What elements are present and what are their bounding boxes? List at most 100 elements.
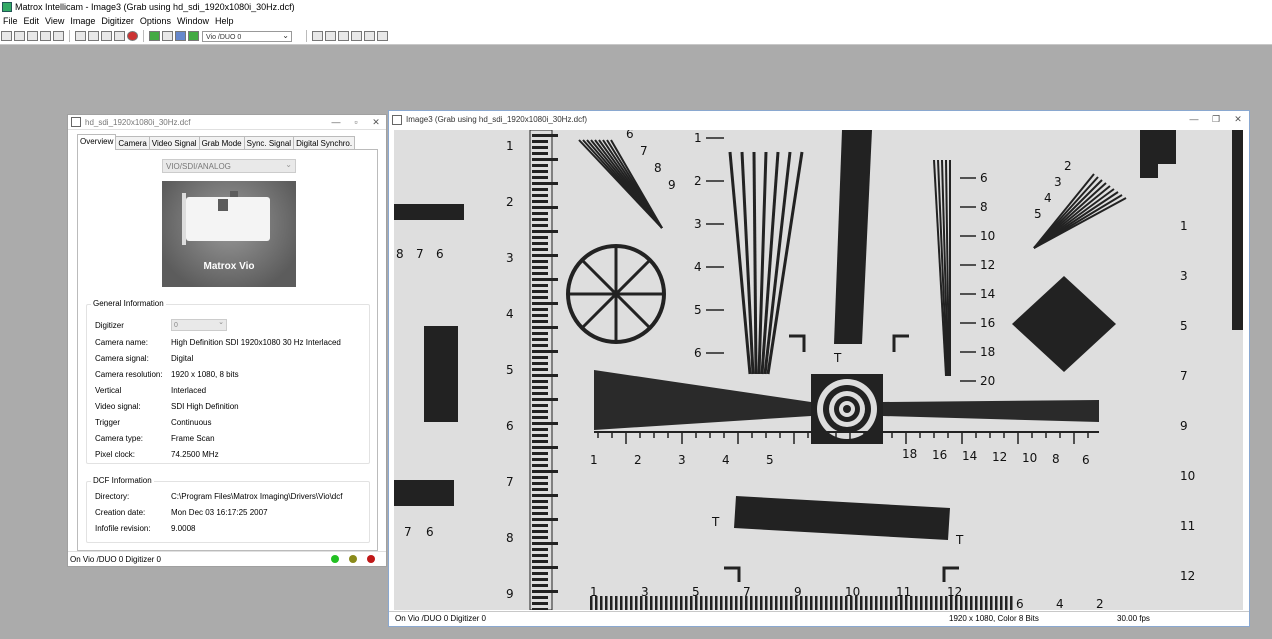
window-icon[interactable] bbox=[175, 31, 186, 41]
bottom-rung bbox=[840, 596, 843, 610]
overlay-icon[interactable] bbox=[162, 31, 173, 41]
ladder-rung bbox=[532, 254, 558, 257]
ladder-rung bbox=[532, 542, 558, 545]
minimize-icon[interactable]: — bbox=[1183, 114, 1205, 125]
fan-label: 7 bbox=[640, 144, 648, 158]
save-icon[interactable] bbox=[40, 31, 51, 41]
menu-file[interactable]: File bbox=[0, 16, 21, 26]
info-row: Video signal: SDI High Definition bbox=[95, 402, 239, 411]
display-icon[interactable] bbox=[149, 31, 160, 41]
restore-icon[interactable]: ❐ bbox=[1205, 114, 1227, 125]
grab-continuous-icon[interactable] bbox=[88, 31, 99, 41]
pointer-icon[interactable] bbox=[377, 31, 388, 41]
bottom-rung bbox=[635, 596, 638, 610]
bottom-rung bbox=[815, 596, 818, 610]
general-information-group: General Information Digitizer 0 Camera n… bbox=[86, 299, 370, 464]
dcf-window: hd_sdi_1920x1080i_30Hz.dcf — ▫ ✕ Overvie… bbox=[67, 114, 387, 567]
pencil-icon[interactable] bbox=[312, 31, 323, 41]
info-row: Trigger Continuous bbox=[95, 418, 212, 427]
minimize-icon[interactable]: — bbox=[326, 117, 346, 128]
dcf-window-titlebar[interactable]: hd_sdi_1920x1080i_30Hz.dcf — ▫ ✕ bbox=[68, 115, 386, 130]
ladder-rung bbox=[532, 284, 548, 287]
maximize-icon[interactable]: ▫ bbox=[346, 117, 366, 128]
menu-digitizer[interactable]: Digitizer bbox=[98, 16, 137, 26]
trigger-icon[interactable] bbox=[114, 31, 125, 41]
ladder-rung bbox=[532, 176, 548, 179]
image-window-titlebar[interactable]: Image3 (Grab using hd_sdi_1920x1080i_30H… bbox=[389, 111, 1249, 128]
bottom-rung bbox=[880, 596, 883, 610]
tab-digital-synchro[interactable]: Digital Synchro. bbox=[293, 136, 356, 150]
ladder-rung bbox=[532, 308, 548, 311]
ladder-rung bbox=[532, 476, 548, 479]
camera-icon[interactable] bbox=[101, 31, 112, 41]
bottom-right-label: 14 bbox=[962, 449, 977, 463]
digitizer-combo[interactable]: 0 bbox=[171, 317, 227, 331]
ladder-rung bbox=[532, 362, 548, 365]
info-row: Camera signal: Digital bbox=[95, 354, 194, 363]
refresh-icon[interactable] bbox=[364, 31, 375, 41]
zoom-out-icon[interactable] bbox=[338, 31, 349, 41]
board-select[interactable]: VIO/SDI/ANALOG bbox=[162, 158, 296, 173]
left-scale-label: 6 bbox=[506, 419, 514, 433]
menu-window[interactable]: Window bbox=[174, 16, 212, 26]
ladder-rung bbox=[532, 392, 548, 395]
tab-sync-signal[interactable]: Sync. Signal bbox=[243, 136, 295, 150]
tab-video-signal[interactable]: Video Signal bbox=[148, 136, 200, 150]
menu-edit[interactable]: Edit bbox=[21, 16, 43, 26]
ladder-rung bbox=[532, 578, 548, 581]
left-bar bbox=[394, 204, 464, 220]
image-canvas[interactable]: 1 2 3 4 5 6 7 8 9 8 7 6 7 6 6 7 8 9 1 2 3 4 5 6 6 8 10 12 14 16 18 20 1 2… bbox=[394, 130, 1243, 610]
ladder-rung bbox=[532, 182, 558, 185]
left-edge-label: 6 bbox=[426, 525, 434, 539]
toolbar: Vio /DUO 0 bbox=[0, 28, 1272, 45]
ladder-rung bbox=[532, 152, 548, 155]
zoom-fit-icon[interactable] bbox=[351, 31, 362, 41]
stop-icon[interactable] bbox=[127, 31, 138, 41]
ladder-rung bbox=[532, 296, 548, 299]
image-status-text: On Vio /DUO 0 Digitizer 0 bbox=[395, 614, 486, 623]
new-icon[interactable] bbox=[1, 31, 12, 41]
menu-help[interactable]: Help bbox=[212, 16, 237, 26]
far-right-label: 7 bbox=[1180, 369, 1188, 383]
bottom-rung bbox=[970, 596, 973, 610]
open-icon[interactable] bbox=[14, 31, 25, 41]
digitizer-select[interactable]: Vio /DUO 0 bbox=[202, 30, 292, 42]
open-folder-icon[interactable] bbox=[27, 31, 38, 41]
ladder-rung bbox=[532, 584, 548, 587]
bottom-rung bbox=[625, 596, 628, 610]
tab-camera[interactable]: Camera bbox=[115, 136, 150, 150]
menu-options[interactable]: Options bbox=[137, 16, 174, 26]
tee-label: T bbox=[833, 351, 842, 365]
fan-label: 3 bbox=[1054, 175, 1062, 189]
bottom-rung bbox=[700, 596, 703, 610]
left-edge-label: 7 bbox=[404, 525, 412, 539]
bottom-rung bbox=[730, 596, 733, 610]
left-scale-label: 9 bbox=[506, 587, 514, 601]
info-row: Camera name: High Definition SDI 1920x108… bbox=[95, 338, 341, 347]
target-ring bbox=[843, 405, 851, 413]
bottom-rung bbox=[885, 596, 888, 610]
bottom-row-label: 5 bbox=[692, 585, 700, 599]
ladder-rung bbox=[532, 278, 558, 281]
left-scale-label: 8 bbox=[506, 531, 514, 545]
bottom-rung bbox=[770, 596, 773, 610]
menu-view[interactable]: View bbox=[42, 16, 67, 26]
bottom-rung bbox=[820, 596, 823, 610]
checkmark-icon[interactable] bbox=[53, 31, 64, 41]
zoom-in-icon[interactable] bbox=[325, 31, 336, 41]
far-right-label: 1 bbox=[1180, 219, 1188, 233]
grab-icon[interactable] bbox=[75, 31, 86, 41]
close-icon[interactable]: ✕ bbox=[1227, 114, 1249, 125]
menu-image[interactable]: Image bbox=[67, 16, 98, 26]
bottom-rung bbox=[975, 596, 978, 610]
digitizer-icon[interactable] bbox=[188, 31, 199, 41]
spoke-wheel bbox=[566, 244, 666, 344]
ladder-rung bbox=[532, 518, 558, 521]
tab-grab-mode[interactable]: Grab Mode bbox=[198, 136, 245, 150]
ladder-rung bbox=[532, 230, 558, 233]
ladder-rung bbox=[532, 548, 548, 551]
bottom-right-label: 18 bbox=[902, 447, 917, 461]
tab-overview[interactable]: Overview bbox=[77, 134, 117, 150]
app-title-bar: Matrox Intellicam - Image3 (Grab using h… bbox=[0, 0, 1272, 14]
close-icon[interactable]: ✕ bbox=[366, 117, 386, 128]
